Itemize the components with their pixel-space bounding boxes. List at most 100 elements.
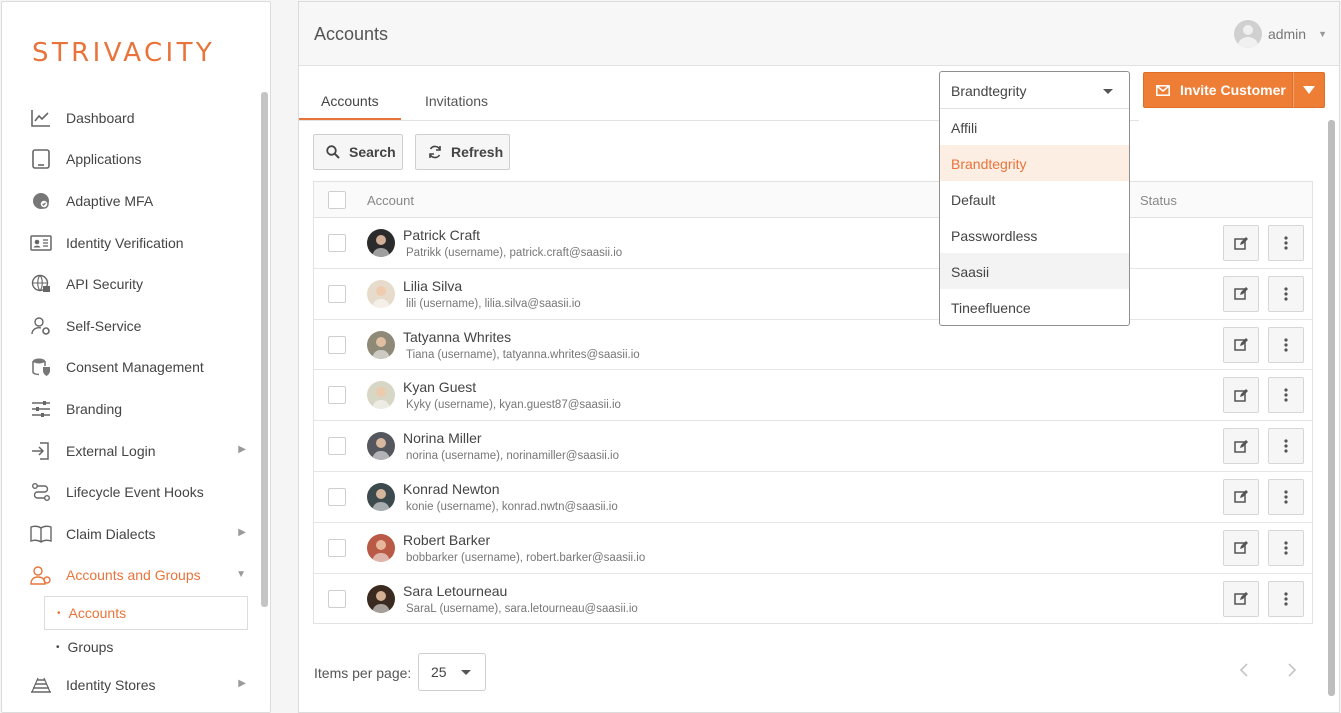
account-name[interactable]: Tatyanna Whrites bbox=[403, 329, 511, 345]
sidebar-item-identity-verification[interactable]: Identity Verification bbox=[2, 222, 260, 264]
brand-option[interactable]: Brandtegrity bbox=[940, 145, 1129, 181]
row-checkbox[interactable] bbox=[328, 234, 346, 252]
account-name[interactable]: Kyan Guest bbox=[403, 379, 476, 395]
table-row[interactable]: Tatyanna Whrites Tiana (username), tatyan… bbox=[314, 320, 1312, 371]
more-actions-button[interactable] bbox=[1268, 529, 1304, 566]
invite-options-dropdown-button[interactable] bbox=[1293, 72, 1325, 108]
more-actions-button[interactable] bbox=[1268, 478, 1304, 515]
account-name[interactable]: Lilia Silva bbox=[403, 278, 462, 294]
more-actions-button[interactable] bbox=[1268, 326, 1304, 363]
sidebar-item-branding[interactable]: Branding bbox=[2, 388, 260, 430]
column-header-account[interactable]: Account bbox=[367, 193, 414, 208]
sidebar-item-api-security[interactable]: API Security bbox=[2, 263, 260, 305]
table-row[interactable]: Sara Letourneau SaraL (username), sara.le… bbox=[314, 574, 1312, 625]
kebab-menu-icon bbox=[1284, 541, 1288, 555]
edit-button[interactable] bbox=[1223, 225, 1259, 261]
previous-page-button[interactable] bbox=[1239, 662, 1249, 683]
more-actions-button[interactable] bbox=[1268, 580, 1304, 617]
brand-option[interactable]: Passwordless bbox=[940, 217, 1129, 253]
sidebar-item-identity-stores[interactable]: Identity Stores ▶ bbox=[2, 664, 260, 706]
tab-invitations[interactable]: Invitations bbox=[403, 93, 510, 120]
row-checkbox[interactable] bbox=[328, 538, 346, 557]
user-menu[interactable]: admin ▼ bbox=[1233, 20, 1327, 48]
edit-button[interactable] bbox=[1223, 326, 1259, 363]
search-button[interactable]: Search bbox=[313, 134, 403, 170]
sidebar-item-accounts-and-groups[interactable]: Accounts and Groups ▼ bbox=[2, 555, 260, 597]
account-name[interactable]: Sara Letourneau bbox=[403, 583, 507, 599]
brand-option[interactable]: Affili bbox=[940, 109, 1129, 145]
items-per-page-select[interactable]: 25 bbox=[418, 653, 486, 691]
sidebar-scrollbar[interactable] bbox=[261, 92, 268, 607]
brand-option[interactable]: Saasii bbox=[940, 253, 1129, 289]
user-avatar bbox=[367, 229, 395, 257]
row-checkbox[interactable] bbox=[328, 284, 346, 303]
edit-button[interactable] bbox=[1223, 275, 1259, 312]
main-scrollbar[interactable] bbox=[1328, 120, 1335, 696]
account-name[interactable]: Norina Miller bbox=[403, 430, 482, 446]
account-name[interactable]: Konrad Newton bbox=[403, 481, 500, 497]
sidebar-item-label: Dashboard bbox=[66, 109, 135, 126]
more-actions-button[interactable] bbox=[1268, 225, 1304, 261]
sidebar-item-external-login[interactable]: External Login ▶ bbox=[2, 430, 260, 472]
sidebar: STRIVACITY Dashboard Applications Adapti… bbox=[1, 1, 271, 713]
edit-icon bbox=[1234, 490, 1248, 504]
chevron-right-icon: ▶ bbox=[238, 526, 246, 538]
book-icon bbox=[30, 523, 52, 545]
sidebar-item-label: Identity Verification bbox=[66, 234, 184, 251]
row-checkbox[interactable] bbox=[328, 589, 346, 608]
login-arrow-icon bbox=[30, 440, 52, 462]
kebab-menu-icon bbox=[1284, 388, 1288, 402]
bullet-icon: • bbox=[56, 641, 60, 653]
edit-button[interactable] bbox=[1223, 529, 1259, 566]
sidebar-item-self-service[interactable]: Self-Service bbox=[2, 305, 260, 347]
more-actions-button[interactable] bbox=[1268, 275, 1304, 312]
more-actions-button[interactable] bbox=[1268, 377, 1304, 414]
chevron-down-icon bbox=[461, 670, 471, 675]
page-header: Accounts admin ▼ bbox=[299, 2, 1339, 66]
brand-option[interactable]: Default bbox=[940, 181, 1129, 217]
edit-button[interactable] bbox=[1223, 580, 1259, 617]
account-name[interactable]: Robert Barker bbox=[403, 532, 490, 548]
account-name[interactable]: Patrick Craft bbox=[403, 227, 480, 243]
table-row[interactable]: Konrad Newton konie (username), konrad.nw… bbox=[314, 472, 1312, 523]
invite-customer-button[interactable]: Invite Customer bbox=[1143, 72, 1293, 108]
brand-option[interactable]: Tineefluence bbox=[940, 289, 1129, 325]
brand-select-value: Brandtegrity bbox=[951, 83, 1027, 99]
strivacity-logo[interactable]: STRIVACITY bbox=[32, 38, 215, 68]
tablet-icon bbox=[30, 148, 52, 170]
chevron-right-icon bbox=[1288, 663, 1297, 677]
column-header-status[interactable]: Status bbox=[1140, 193, 1177, 208]
sidebar-item-dashboard[interactable]: Dashboard bbox=[2, 97, 260, 139]
sidebar-subitem-groups[interactable]: • Groups bbox=[44, 630, 248, 664]
brand-select-dropdown[interactable]: Brandtegrity Affili Brandtegrity Default Pa… bbox=[939, 71, 1130, 326]
table-row[interactable]: Norina Miller norina (username), norinami… bbox=[314, 421, 1312, 472]
row-checkbox[interactable] bbox=[328, 487, 346, 506]
sidebar-item-applications[interactable]: Applications bbox=[2, 139, 260, 181]
sidebar-item-lifecycle-event-hooks[interactable]: Lifecycle Event Hooks bbox=[2, 471, 260, 513]
row-checkbox[interactable] bbox=[328, 335, 346, 354]
globe-lock-icon bbox=[30, 273, 52, 295]
envelope-icon bbox=[1156, 84, 1170, 96]
select-all-checkbox[interactable] bbox=[328, 191, 346, 209]
sidebar-subitem-accounts[interactable]: • Accounts bbox=[44, 596, 248, 631]
tab-accounts[interactable]: Accounts bbox=[299, 93, 401, 120]
refresh-button[interactable]: Refresh bbox=[415, 134, 510, 170]
sidebar-item-claim-dialects[interactable]: Claim Dialects ▶ bbox=[2, 513, 260, 555]
row-checkbox[interactable] bbox=[328, 386, 346, 405]
more-actions-button[interactable] bbox=[1268, 428, 1304, 465]
table-row[interactable]: Kyan Guest Kyky (username), kyan.guest87@… bbox=[314, 370, 1312, 422]
table-row[interactable]: Patrick Craft Patrikk (username), patrick… bbox=[314, 218, 1312, 269]
edit-button[interactable] bbox=[1223, 428, 1259, 465]
row-checkbox[interactable] bbox=[328, 437, 346, 456]
edit-button[interactable] bbox=[1223, 377, 1259, 414]
next-page-button[interactable] bbox=[1287, 662, 1297, 683]
chevron-left-icon bbox=[1239, 663, 1248, 677]
sidebar-item-label: Identity Stores bbox=[66, 676, 156, 693]
table-header: Account Status bbox=[314, 182, 1312, 218]
sidebar-item-adaptive-mfa[interactable]: Adaptive MFA bbox=[2, 180, 260, 222]
edit-button[interactable] bbox=[1223, 478, 1259, 515]
table-row[interactable]: Lilia Silva lili (username), lilia.silva@… bbox=[314, 269, 1312, 320]
brand-select-current[interactable]: Brandtegrity bbox=[940, 72, 1129, 109]
sidebar-item-consent-management[interactable]: Consent Management bbox=[2, 347, 260, 389]
table-row[interactable]: Robert Barker bobbarker (username), rober… bbox=[314, 523, 1312, 574]
